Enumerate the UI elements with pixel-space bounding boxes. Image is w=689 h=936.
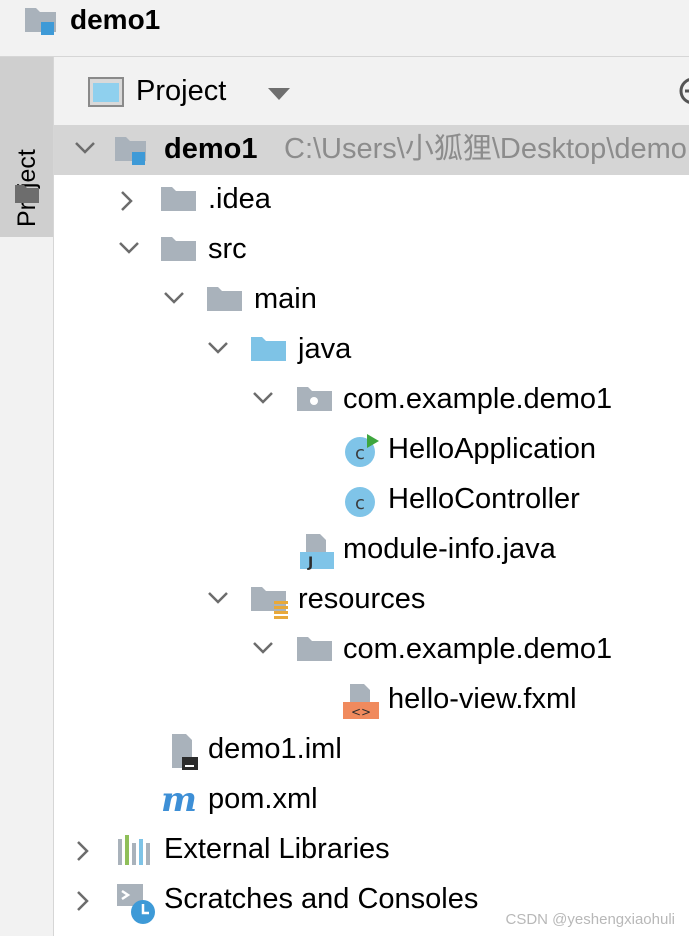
tree-row-module-info[interactable]: J module-info.java: [54, 525, 689, 575]
java-file-icon: J: [298, 533, 336, 575]
tree-row-helloapplication[interactable]: c HelloApplication: [54, 425, 689, 475]
svg-text:c: c: [355, 443, 365, 464]
chevron-down-icon[interactable]: [118, 240, 140, 259]
folder-icon: [296, 633, 334, 669]
svg-text:J: J: [307, 555, 313, 571]
maven-icon: m: [160, 780, 202, 821]
tree-item-label: HelloApplication: [388, 433, 596, 465]
module-folder-icon: [114, 133, 152, 171]
chevron-down-icon[interactable]: [207, 340, 229, 359]
view-selector-label[interactable]: Project: [136, 73, 226, 109]
tree-item-label: com.example.demo1: [343, 633, 613, 665]
window-title: demo1: [70, 4, 161, 35]
chevron-right-icon[interactable]: [76, 840, 90, 866]
module-folder-icon: [24, 4, 62, 40]
scratches-icon: [116, 883, 158, 929]
tree-row-hello-view[interactable]: <> hello-view.fxml: [54, 675, 689, 725]
source-folder-icon: [250, 333, 288, 369]
tree-row-package[interactable]: com.example.demo1: [54, 375, 689, 425]
tree-item-label: hello-view.fxml: [388, 683, 577, 715]
tree-item-label: HelloController: [388, 483, 580, 515]
project-tool-tab[interactable]: Project: [0, 57, 53, 237]
tree-row-java[interactable]: java: [54, 325, 689, 375]
chevron-right-icon[interactable]: [120, 190, 134, 216]
chevron-down-icon[interactable]: [163, 290, 185, 309]
tree-item-label: demo1.iml: [208, 733, 342, 765]
svg-text:c: c: [355, 493, 365, 514]
tree-row-pom[interactable]: m pom.xml: [54, 775, 689, 825]
tree-row-resource-package[interactable]: com.example.demo1: [54, 625, 689, 675]
root-label: demo1: [164, 133, 258, 165]
tree-row-src[interactable]: src: [54, 225, 689, 275]
tree-row-resources[interactable]: resources: [54, 575, 689, 625]
tree-row-idea[interactable]: .idea: [54, 175, 689, 225]
svg-text:m: m: [161, 783, 197, 817]
folder-icon: [206, 283, 244, 319]
fxml-file-icon: <>: [342, 683, 380, 725]
tree-item-label: Scratches and Consoles: [164, 883, 479, 915]
chevron-down-icon[interactable]: [207, 590, 229, 609]
options-icon[interactable]: [676, 75, 689, 111]
tree-row-root[interactable]: demo1 C:\Users\小狐狸\Desktop\demo1: [54, 125, 689, 175]
svg-text:<>: <>: [351, 705, 371, 719]
tree-item-label: pom.xml: [208, 783, 318, 815]
tree-row-external-libraries[interactable]: External Libraries: [54, 825, 689, 875]
chevron-right-icon[interactable]: [76, 890, 90, 916]
java-class-run-icon: c: [342, 433, 382, 473]
tree-item-label: java: [298, 333, 352, 365]
dropdown-arrow-icon[interactable]: [268, 85, 290, 104]
tree-row-hellocontroller[interactable]: c HelloController: [54, 475, 689, 525]
folder-icon: [160, 183, 198, 219]
project-view-icon: [88, 77, 124, 111]
folder-icon: [14, 183, 40, 209]
panel-header: Project: [54, 57, 689, 125]
tree-row-main[interactable]: main: [54, 275, 689, 325]
tree-item-label: resources: [298, 583, 426, 615]
iml-file-icon: [166, 733, 204, 775]
chevron-down-icon[interactable]: [252, 640, 274, 659]
title-bar: demo1: [0, 0, 689, 57]
root-path: C:\Users\小狐狸\Desktop\demo1: [284, 133, 689, 165]
tree-item-label: .idea: [208, 183, 271, 215]
chevron-down-icon[interactable]: [252, 390, 274, 409]
resources-folder-icon: [250, 583, 290, 623]
tree-item-label: main: [254, 283, 317, 315]
folder-icon: [160, 233, 198, 269]
libraries-icon: [116, 833, 154, 871]
tree-row-iml[interactable]: demo1.iml: [54, 725, 689, 775]
tool-window-stripe: Project: [0, 57, 54, 936]
tree-item-label: src: [208, 233, 247, 265]
package-icon: [296, 383, 334, 419]
java-class-icon: c: [342, 483, 382, 523]
tree-item-label: External Libraries: [164, 833, 390, 865]
watermark: CSDN @yeshengxiaohuli: [505, 911, 675, 928]
tree-item-label: com.example.demo1: [343, 383, 613, 415]
project-tree: demo1 C:\Users\小狐狸\Desktop\demo1 .idea s…: [54, 125, 689, 936]
chevron-down-icon[interactable]: [74, 140, 96, 159]
tree-item-label: module-info.java: [343, 533, 556, 565]
